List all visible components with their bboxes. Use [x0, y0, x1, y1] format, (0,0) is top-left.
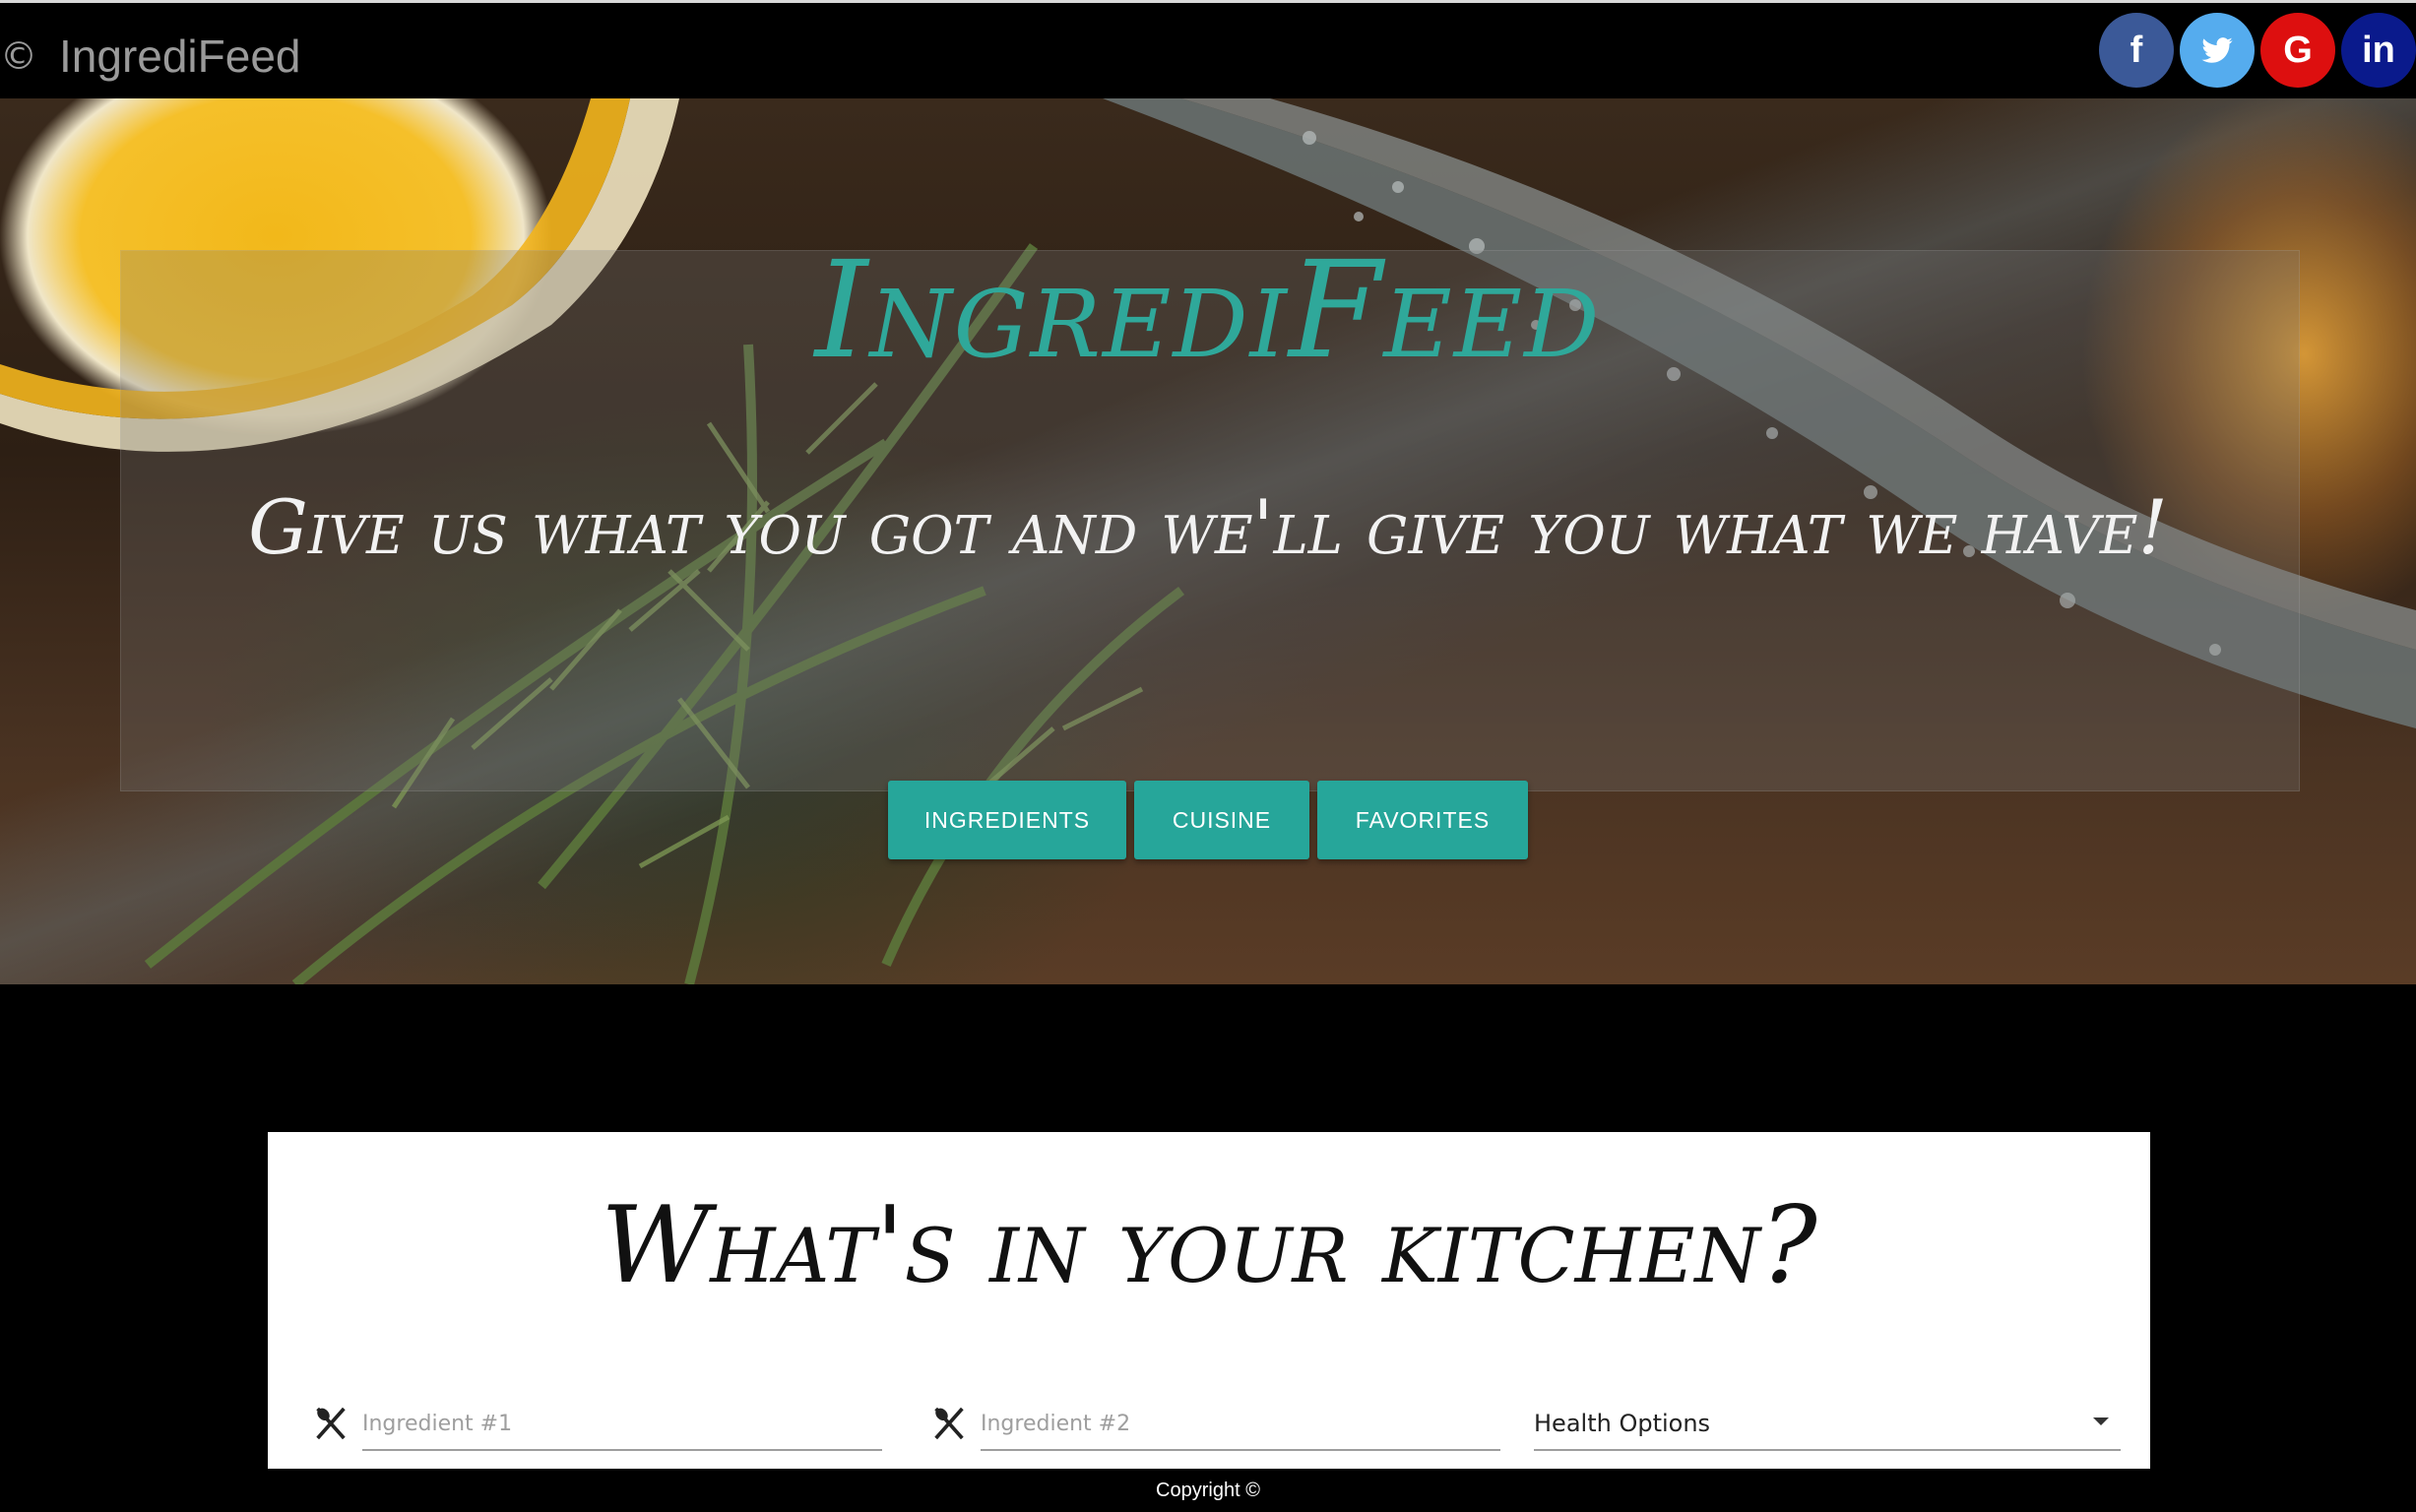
linkedin-button[interactable]: in — [2341, 13, 2416, 88]
health-options-select[interactable]: Health Options — [1534, 1398, 2121, 1451]
health-options-value: Health Options — [1534, 1410, 1711, 1437]
twitter-button[interactable] — [2180, 13, 2255, 88]
utensils-icon — [934, 1407, 964, 1440]
hero-tagline: Give us what you got and we'll give you … — [248, 483, 2168, 571]
navbar: © IngrediFeed f G in — [0, 0, 2416, 98]
ingredients-button[interactable]: INGREDIENTS — [888, 781, 1126, 859]
facebook-icon: f — [2130, 29, 2143, 71]
google-button[interactable]: G — [2260, 13, 2335, 88]
ingredient-1-input[interactable] — [362, 1398, 882, 1451]
hero-nav-buttons: INGREDIENTS CUISINE FAVORITES — [0, 781, 2416, 859]
caret-down-icon — [2093, 1418, 2109, 1425]
ingredient-2-field — [929, 1398, 1500, 1457]
brand-name[interactable]: IngrediFeed — [59, 30, 301, 83]
twitter-icon — [2201, 37, 2233, 63]
social-links: f G in — [2099, 13, 2416, 88]
copyright-icon: © — [0, 34, 37, 78]
google-icon: G — [2283, 29, 2313, 71]
search-heading: What's in your kitchen? — [601, 1184, 1817, 1307]
cuisine-button[interactable]: CUISINE — [1134, 781, 1309, 859]
copyright-text: Copyright © — [1156, 1479, 1260, 1501]
hero-banner: IngrediFeed Give us what you got and we'… — [0, 98, 2416, 984]
footer: Copyright © — [0, 1469, 2416, 1512]
brand[interactable]: © IngrediFeed — [0, 27, 301, 86]
ingredient-2-input[interactable] — [981, 1398, 1500, 1451]
hero-title: IngrediFeed — [814, 233, 1602, 389]
linkedin-icon: in — [2362, 29, 2395, 71]
favorites-button[interactable]: FAVORITES — [1317, 781, 1528, 859]
ingredient-1-field — [311, 1398, 882, 1457]
utensils-icon — [316, 1407, 346, 1440]
search-card: What's in your kitchen? Health Options — [268, 1132, 2150, 1469]
facebook-button[interactable]: f — [2099, 13, 2174, 88]
